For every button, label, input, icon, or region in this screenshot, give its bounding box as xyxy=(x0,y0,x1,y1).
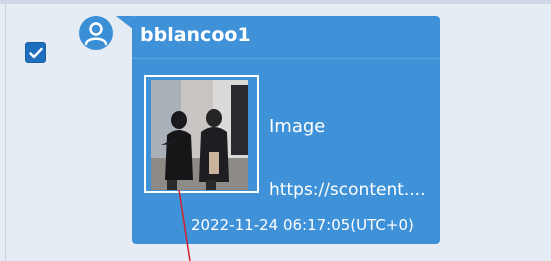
user-icon xyxy=(84,22,108,46)
panel-left-border xyxy=(5,4,6,261)
panel-top-border xyxy=(0,0,551,4)
message-timestamp: 2022-11-24 06:17:05(UTC+0) xyxy=(191,216,414,234)
sender-username: bblancoo1 xyxy=(140,24,251,46)
annotation-line xyxy=(178,190,191,261)
checkmark-icon xyxy=(29,47,43,59)
message-select-checkbox[interactable] xyxy=(25,42,46,63)
bubble-divider xyxy=(132,58,440,59)
attachment-photo xyxy=(151,80,248,190)
attachment-url-link[interactable]: https://scontent.... xyxy=(269,180,426,200)
attachment-type-label: Image xyxy=(269,116,326,137)
attachment-thumbnail[interactable] xyxy=(151,80,248,190)
avatar xyxy=(79,16,113,50)
